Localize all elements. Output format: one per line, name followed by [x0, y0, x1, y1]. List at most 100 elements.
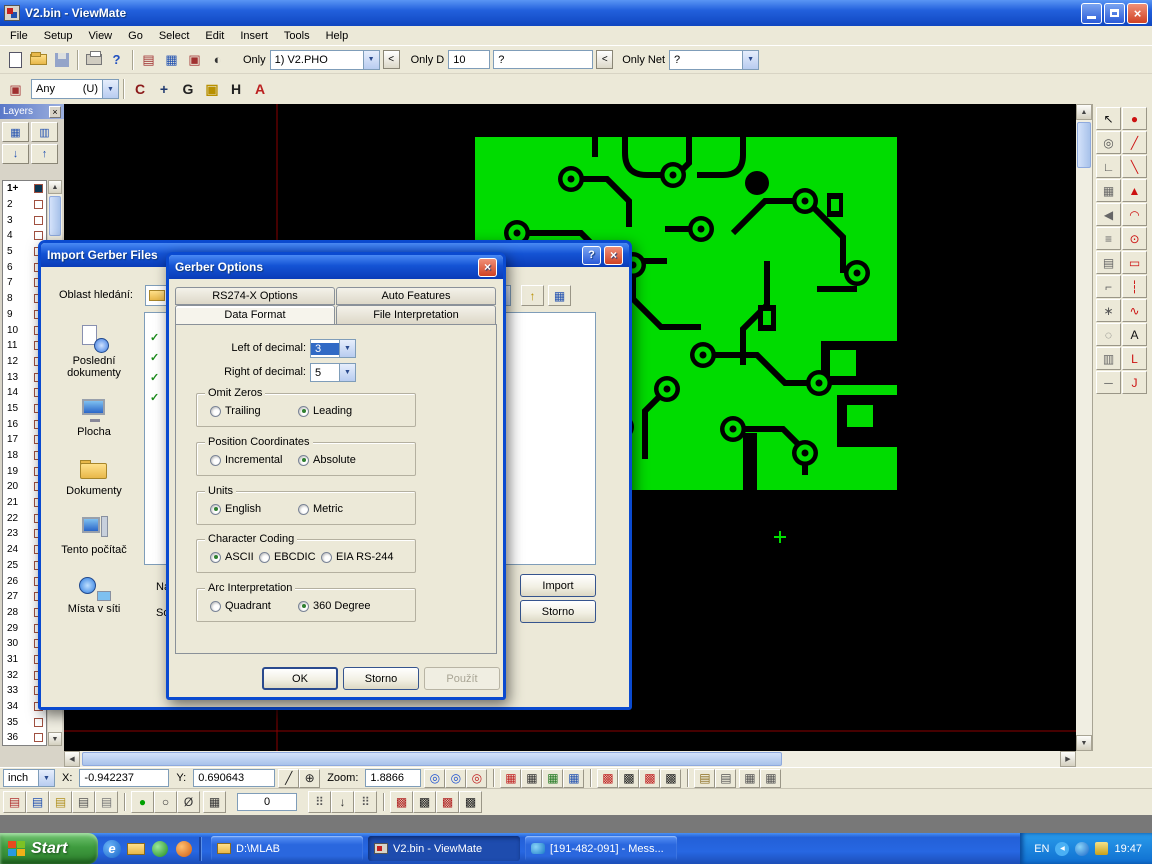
scroll-left-icon[interactable]: ◀ [64, 751, 80, 767]
film-gold-icon[interactable]: ▤ [694, 769, 715, 788]
zoom-in-icon[interactable]: ◎ [424, 769, 445, 788]
j-trace-tool-icon[interactable]: J [1122, 371, 1147, 394]
import-button[interactable]: Import [520, 574, 596, 597]
layer-row[interactable]: 1+ [3, 181, 46, 197]
canvas-vscrollbar[interactable]: ▲ ▼ [1076, 104, 1092, 751]
circle-icon[interactable]: ○ [154, 791, 177, 813]
select-tool-icon[interactable]: ↖ [1096, 107, 1121, 130]
dropdown-arrow-icon[interactable]: ▼ [38, 770, 54, 786]
ruler-tool-icon[interactable]: ─ [1096, 371, 1121, 394]
zoom-window-icon[interactable]: ◎ [445, 769, 466, 788]
square-pad-tool-icon[interactable]: ▦ [1096, 179, 1121, 202]
dropdown-arrow-icon[interactable]: ▼ [363, 51, 379, 69]
step-tool-icon[interactable]: ⌐ [1096, 275, 1121, 298]
layer-row[interactable]: 36 [3, 730, 46, 746]
pattern-dark2-icon[interactable]: ▩ [660, 769, 681, 788]
component-tool-icon[interactable]: C [128, 77, 152, 101]
layer-down-button[interactable]: ↓ [2, 144, 29, 164]
dropdown-arrow-icon[interactable]: ▼ [742, 51, 758, 69]
snap-down-icon[interactable]: ↓ [331, 791, 354, 813]
radio-leading[interactable]: Leading [298, 405, 352, 417]
task-messenger[interactable]: [191-482-091] - Mess... [525, 836, 677, 861]
radio-eia-rs244[interactable]: EIA RS-244 [321, 551, 393, 563]
hatch-tool-icon[interactable]: ▤ [1096, 251, 1121, 274]
tray-chevron-icon[interactable]: ◀ [1055, 842, 1069, 856]
arrow-tool-icon[interactable]: ▲ [1122, 179, 1147, 202]
dialog-close-button[interactable]: × [478, 258, 497, 277]
radio-trailing[interactable]: Trailing [210, 405, 261, 417]
menu-item[interactable]: Tools [276, 28, 318, 44]
layer-color-chip[interactable] [34, 216, 43, 225]
dcode-table-icon[interactable]: ▦ [203, 791, 226, 813]
layer-color-chip[interactable] [34, 200, 43, 209]
place-desktop[interactable]: Plocha [49, 396, 139, 438]
grid-blue-icon[interactable]: ▦ [563, 769, 584, 788]
dot-grid-icon[interactable]: ⠿ [308, 791, 331, 813]
pattern-dark1-icon[interactable]: ▩ [618, 769, 639, 788]
film-select[interactable]: 1) V2.PHO ▼ [270, 50, 380, 70]
menu-item[interactable]: Select [151, 28, 198, 44]
print-button[interactable] [82, 49, 105, 71]
layer-color-chip[interactable] [34, 718, 43, 727]
layer-color-chip[interactable] [34, 184, 43, 193]
mirror-tool-icon[interactable]: ◀ [1096, 203, 1121, 226]
sine-tool-icon[interactable]: ∿ [1122, 299, 1147, 322]
grid-tool-icon[interactable]: ▥ [1096, 347, 1121, 370]
any-filter-select[interactable]: Any (U) ▼ [31, 79, 119, 99]
layers-close-icon[interactable]: × [49, 106, 61, 118]
file-selected-check-icon[interactable]: ✓ [150, 371, 159, 384]
pad-pattern1-icon[interactable]: ▩ [390, 791, 413, 813]
import-cancel-button[interactable]: Storno [520, 600, 596, 623]
menu-item[interactable]: View [80, 28, 120, 44]
crosshair-tool-icon[interactable]: + [152, 77, 176, 101]
scroll-down-icon[interactable]: ▼ [48, 732, 62, 746]
scrollbar-thumb[interactable] [82, 752, 782, 766]
dialog-close-button[interactable]: × [604, 246, 623, 265]
dcode-query-input[interactable]: ? [493, 50, 593, 69]
layer-table-icon[interactable]: ▦ [160, 49, 183, 71]
board-view-icon[interactable]: ▣ [183, 49, 206, 71]
maximize-button[interactable] [1104, 3, 1125, 24]
layer-color-chip[interactable] [34, 733, 43, 742]
scrollbar-thumb[interactable] [1077, 122, 1091, 168]
up-one-level-button[interactable]: ↑ [521, 285, 544, 306]
round-pad-tool-icon[interactable]: ● [1122, 107, 1147, 130]
rect-tool-icon[interactable]: ▭ [1122, 251, 1147, 274]
scroll-right-icon[interactable]: ▶ [1060, 751, 1076, 767]
corner-tool-icon[interactable]: ∟ [1096, 155, 1121, 178]
menu-item[interactable]: Setup [36, 28, 81, 44]
net-select[interactable]: ? ▼ [669, 50, 759, 70]
grid-dark-icon[interactable]: ▦ [521, 769, 542, 788]
window-titlebar[interactable]: V2.bin - ViewMate × [0, 0, 1152, 26]
pattern-red1-icon[interactable]: ▩ [597, 769, 618, 788]
file-selected-check-icon[interactable]: ✓ [150, 331, 159, 344]
file-selected-check-icon[interactable]: ✓ [150, 351, 159, 364]
scroll-up-icon[interactable]: ▲ [1076, 104, 1092, 120]
highlight-dot-icon[interactable]: ● [131, 791, 154, 813]
task-mlab-folder[interactable]: D:\MLAB [211, 836, 363, 861]
quicklaunch-browser-button[interactable] [174, 839, 194, 859]
layer-row[interactable]: 35 [3, 714, 46, 730]
dot-grid2-icon[interactable]: ⠿ [354, 791, 377, 813]
canvas-hscrollbar[interactable]: ◀ ▶ [64, 751, 1076, 767]
aperture-tool-icon[interactable]: A [248, 77, 272, 101]
diameter-icon[interactable]: Ø [177, 791, 200, 813]
layers-grid-button[interactable]: ▦ [2, 122, 29, 142]
highlight-tool-icon[interactable]: ▣ [200, 77, 224, 101]
tray-update-icon[interactable] [1095, 842, 1108, 855]
dcode-input[interactable]: 10 [448, 50, 490, 69]
dropdown-arrow-icon[interactable]: ▼ [339, 340, 355, 357]
pad-pattern2-icon[interactable]: ▩ [413, 791, 436, 813]
layers-panel-titlebar[interactable]: Layers × [0, 104, 64, 119]
scroll-up-icon[interactable]: ▲ [48, 180, 62, 194]
layers-table-button[interactable]: ▥ [31, 122, 58, 142]
circle-tool-icon[interactable]: ⊙ [1122, 227, 1147, 250]
pattern-red2-icon[interactable]: ▩ [639, 769, 660, 788]
table-edit-icon[interactable]: ▦ [739, 769, 760, 788]
table-edit2-icon[interactable]: ▦ [760, 769, 781, 788]
left-of-decimal-select[interactable]: 3 ▼ [310, 339, 356, 358]
tab-auto-features[interactable]: Auto Features [336, 287, 496, 305]
prev-dcode-button[interactable]: < [596, 50, 613, 69]
new-file-button[interactable] [4, 49, 27, 71]
film-yellow-icon[interactable]: ▤ [49, 791, 72, 813]
